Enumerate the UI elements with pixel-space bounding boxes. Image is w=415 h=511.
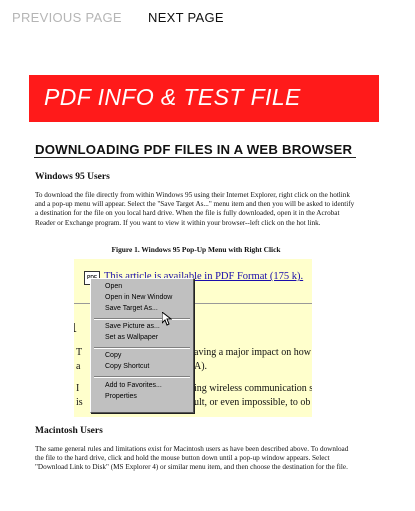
figure-screenshot: PDF This article is available in PDF For… — [74, 259, 312, 417]
menu-separator — [94, 376, 190, 378]
figure-section-number: 1 — [74, 321, 77, 337]
menu-item-copy[interactable]: Copy — [105, 352, 121, 359]
section-heading-macintosh: Macintosh Users — [35, 426, 103, 436]
next-page-link[interactable]: NEXT PAGE — [148, 10, 224, 25]
menu-item-open-new-window[interactable]: Open in New Window — [105, 294, 172, 301]
figure-body-fragment: aving a major impact on how — [194, 347, 311, 358]
menu-item-save-target-as[interactable]: Save Target As... — [105, 305, 158, 312]
page-navigation: PREVIOUS PAGE NEXT PAGE — [12, 10, 403, 28]
title-banner: PDF INFO & TEST FILE — [29, 75, 379, 122]
section-paragraph-windows: To download the file directly from withi… — [35, 191, 355, 227]
menu-separator — [94, 347, 190, 349]
figure-body-fragment: ing wireless communication s — [194, 383, 312, 394]
figure-body-line: I — [76, 383, 80, 394]
figure-body-fragment: A). — [194, 361, 208, 372]
section-paragraph-macintosh: The same general rules and limitations e… — [35, 445, 349, 472]
menu-item-save-picture-as[interactable]: Save Picture as... — [105, 323, 160, 330]
context-menu: Open Open in New Window Save Target As..… — [90, 278, 194, 413]
menu-item-open[interactable]: Open — [105, 283, 122, 290]
menu-item-copy-shortcut[interactable]: Copy Shortcut — [105, 363, 149, 370]
figure-body-line: T — [76, 347, 83, 358]
menu-item-add-to-favorites[interactable]: Add to Favorites... — [105, 382, 162, 389]
menu-item-set-as-wallpaper[interactable]: Set as Wallpaper — [105, 334, 158, 341]
figure-body-line: a — [76, 361, 81, 372]
section-heading-windows: Windows 95 Users — [35, 172, 110, 182]
banner-title: PDF INFO & TEST FILE — [44, 84, 301, 110]
title-divider — [34, 157, 356, 158]
previous-page-link[interactable]: PREVIOUS PAGE — [12, 10, 122, 25]
figure-body-line: is — [76, 397, 83, 408]
document-title: DOWNLOADING PDF FILES IN A WEB BROWSER — [35, 142, 353, 157]
figure-body-fragment: ult, or even impossible, to ob — [194, 397, 311, 408]
figure-caption: Figure 1. Windows 95 Pop-Up Menu with Ri… — [111, 245, 281, 254]
menu-separator — [94, 318, 190, 320]
menu-item-properties[interactable]: Properties — [105, 393, 137, 400]
